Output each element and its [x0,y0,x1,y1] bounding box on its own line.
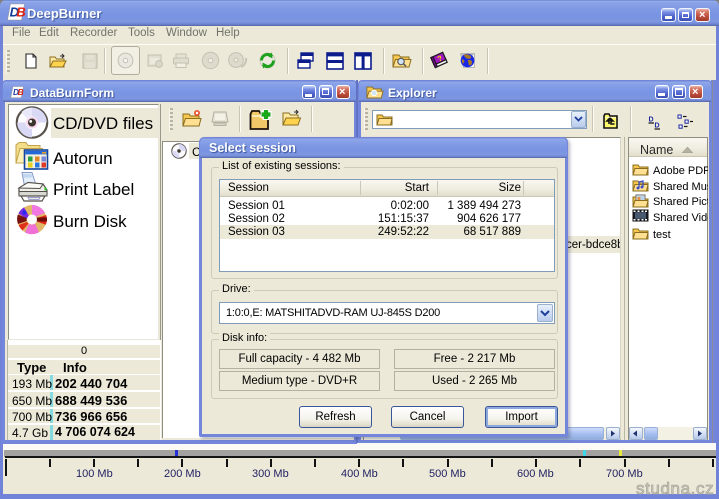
svg-text:B: B [16,5,25,20]
svg-text:B: B [18,88,24,97]
